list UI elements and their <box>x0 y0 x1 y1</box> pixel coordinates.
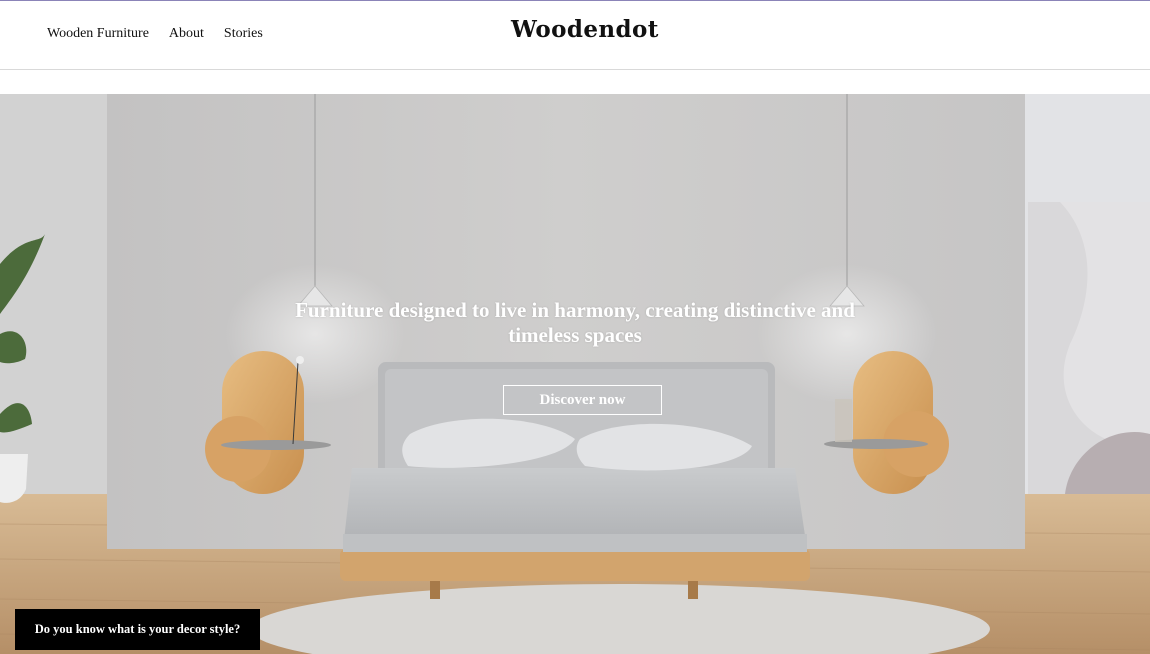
hero-title: Furniture designed to live in harmony, c… <box>295 298 855 347</box>
main-nav: Wooden Furniture About Stories <box>47 26 263 42</box>
nav-item-stories[interactable]: Stories <box>224 26 263 42</box>
decor-style-quiz-button[interactable]: Do you know what is your decor style? <box>15 609 260 650</box>
discover-now-button[interactable]: Discover now <box>503 385 662 415</box>
hero-bedroom-image <box>0 94 1150 654</box>
hero-section: Furniture designed to live in harmony, c… <box>0 94 1150 654</box>
brand-logo[interactable]: Woodendot <box>511 16 659 43</box>
page: Wooden Furniture About Stories Woodendot <box>0 0 1150 654</box>
site-header: Wooden Furniture About Stories Woodendot <box>0 1 1150 70</box>
nav-item-wooden-furniture[interactable]: Wooden Furniture <box>47 26 149 42</box>
nav-item-about[interactable]: About <box>169 26 204 42</box>
